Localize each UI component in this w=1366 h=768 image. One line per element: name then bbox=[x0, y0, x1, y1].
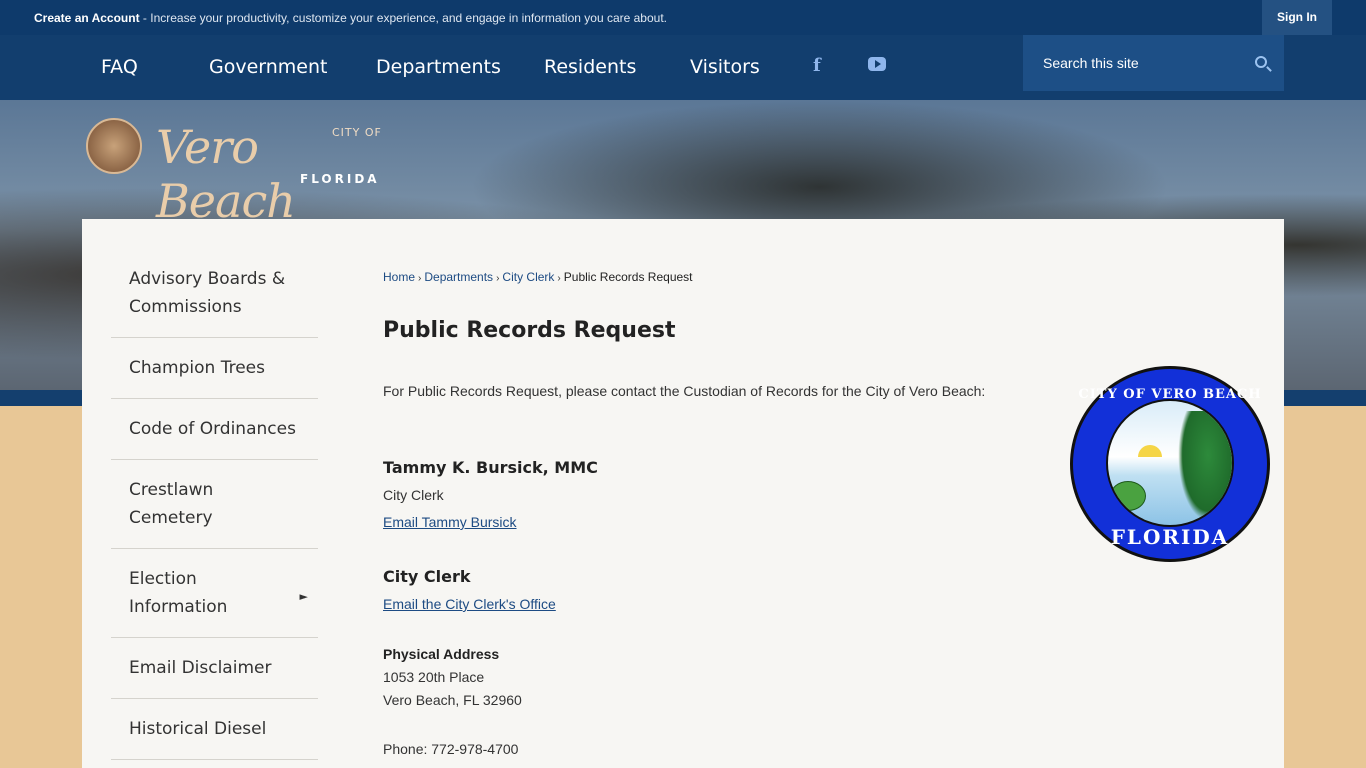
citrus-icon bbox=[1110, 481, 1146, 511]
sidebar-item-election-information[interactable]: Election Information ► bbox=[111, 549, 318, 638]
city-clerk-heading: City Clerk bbox=[383, 567, 471, 586]
site-logo[interactable]: Vero Beach CITY OF FLORIDA bbox=[156, 118, 406, 228]
seal-bottom-text: FLORIDA bbox=[1110, 525, 1230, 549]
sidebar-item-label: Historical Diesel bbox=[129, 719, 267, 739]
search-icon[interactable] bbox=[1255, 56, 1267, 68]
page-title: Public Records Request bbox=[383, 318, 676, 343]
main-nav: FAQ Government Departments Residents Vis… bbox=[0, 35, 1366, 100]
sidebar-item-label: Election Information bbox=[129, 569, 228, 617]
breadcrumb-city-clerk[interactable]: City Clerk bbox=[502, 270, 554, 284]
seal-scene bbox=[1106, 399, 1234, 527]
account-bar: Create an Account - Increase your produc… bbox=[0, 0, 1366, 35]
nav-item-residents[interactable]: Residents bbox=[544, 56, 636, 78]
breadcrumb-separator: › bbox=[418, 273, 422, 284]
sidebar-item-email-disclaimer[interactable]: Email Disclaimer bbox=[111, 638, 318, 699]
address-line1: 1053 20th Place bbox=[383, 669, 485, 685]
sun-icon bbox=[1138, 445, 1162, 457]
sign-in-button[interactable]: Sign In bbox=[1262, 0, 1332, 35]
submenu-arrow-icon[interactable]: ► bbox=[300, 583, 308, 611]
create-account-link[interactable]: Create an Account bbox=[34, 11, 140, 25]
sidebar-item-label: Code of Ordinances bbox=[129, 419, 296, 439]
breadcrumb-separator: › bbox=[557, 273, 561, 284]
breadcrumb: Home › Departments › City Clerk › Public Recor… bbox=[383, 270, 693, 284]
account-message: Create an Account - Increase your produc… bbox=[34, 11, 667, 25]
contact-name: Tammy K. Bursick, MMC bbox=[383, 458, 598, 477]
nav-item-visitors[interactable]: Visitors bbox=[690, 56, 760, 78]
palm-tree-icon bbox=[1178, 411, 1232, 521]
sidebar-nav: Advisory Boards & Commissions Champion T… bbox=[111, 249, 318, 760]
nav-item-faq[interactable]: FAQ bbox=[101, 56, 138, 78]
sidebar-item-advisory-boards[interactable]: Advisory Boards & Commissions bbox=[111, 249, 318, 338]
contact-role: City Clerk bbox=[383, 487, 444, 503]
email-tammy-link[interactable]: Email Tammy Bursick bbox=[383, 514, 517, 530]
phone-number: Phone: 772-978-4700 bbox=[383, 741, 519, 757]
sidebar-item-crestlawn-cemetery[interactable]: Crestlawn Cemetery bbox=[111, 460, 318, 549]
address-label: Physical Address bbox=[383, 646, 500, 662]
breadcrumb-separator: › bbox=[496, 273, 500, 284]
intro-text: For Public Records Request, please conta… bbox=[383, 383, 986, 399]
address-line2: Vero Beach, FL 32960 bbox=[383, 692, 522, 708]
facebook-icon[interactable]: f bbox=[813, 55, 821, 76]
search-input[interactable] bbox=[1043, 52, 1243, 74]
breadcrumb-departments[interactable]: Departments bbox=[424, 270, 493, 284]
sidebar-item-champion-trees[interactable]: Champion Trees bbox=[111, 338, 318, 399]
sidebar-item-label: Crestlawn Cemetery bbox=[129, 480, 214, 528]
city-seal-logo-icon[interactable] bbox=[86, 118, 142, 174]
youtube-icon[interactable] bbox=[868, 57, 886, 71]
sidebar-item-code-of-ordinances[interactable]: Code of Ordinances bbox=[111, 399, 318, 460]
breadcrumb-home[interactable]: Home bbox=[383, 270, 415, 284]
nav-item-government[interactable]: Government bbox=[209, 56, 328, 78]
sidebar-item-label: Champion Trees bbox=[129, 358, 265, 378]
sidebar-item-label: Email Disclaimer bbox=[129, 658, 272, 678]
search-box bbox=[1023, 35, 1284, 91]
email-clerk-office-link[interactable]: Email the City Clerk's Office bbox=[383, 596, 556, 612]
sidebar-item-historical-diesel[interactable]: Historical Diesel bbox=[111, 699, 318, 760]
logo-state: FLORIDA bbox=[300, 172, 380, 186]
account-message-text: - Increase your productivity, customize … bbox=[139, 11, 667, 25]
logo-city-of: CITY OF bbox=[332, 126, 382, 139]
city-seal-image: CITY OF VERO BEACH FLORIDA bbox=[1070, 366, 1270, 562]
sidebar-item-label: Advisory Boards & Commissions bbox=[129, 269, 286, 317]
content-card: Advisory Boards & Commissions Champion T… bbox=[82, 219, 1284, 768]
nav-item-departments[interactable]: Departments bbox=[376, 56, 501, 78]
breadcrumb-current: Public Records Request bbox=[563, 270, 693, 284]
